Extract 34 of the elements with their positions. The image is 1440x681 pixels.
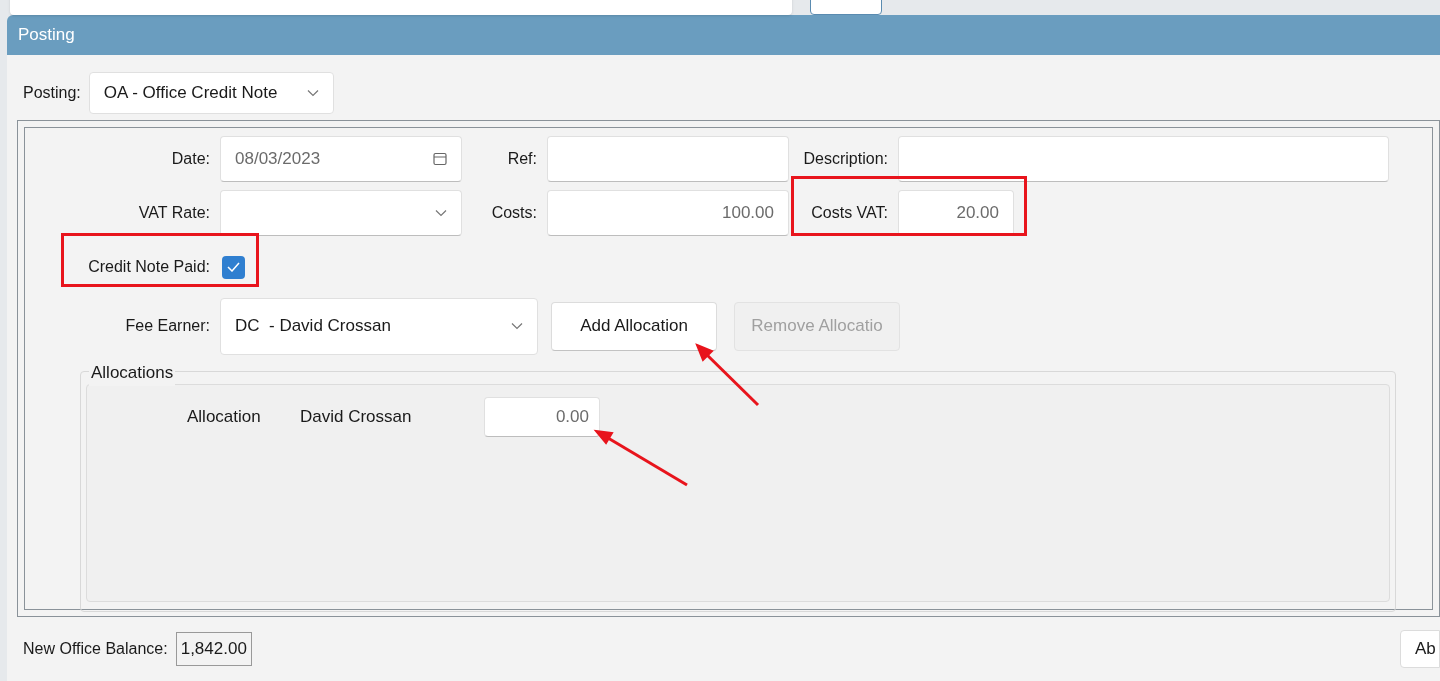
input-field[interactable] [10, 0, 792, 15]
add-button[interactable]: Add Allocation [551, 301, 717, 351]
chevron-down-icon [306, 89, 319, 97]
button[interactable] [810, 0, 882, 15]
checkbox-label: Credit Note Paid: [87, 257, 210, 277]
dropdown-field[interactable]: OA - Office Credit Note [88, 72, 334, 114]
date-field[interactable]: 08/03/2023 [220, 136, 462, 182]
dropdown-field[interactable]: DC - David Crossan [220, 297, 538, 355]
checkbox[interactable] [222, 255, 245, 279]
chevron-down-icon [435, 209, 447, 217]
allocation-label: Allocation [187, 406, 262, 429]
field-label: Fee Earner: [124, 316, 210, 336]
number-field[interactable]: 0.00 [484, 397, 600, 437]
panel-title: Posting [18, 24, 75, 47]
field-label: Costs: [490, 203, 537, 223]
number-field[interactable]: 100.00 [547, 190, 789, 236]
field-label: Posting: [23, 83, 81, 103]
action-button[interactable]: Ab [1400, 630, 1440, 668]
input-field[interactable] [547, 136, 789, 182]
balance-label: New Office Balance: [23, 639, 168, 659]
checkmark-icon [227, 262, 240, 272]
field-label: Description: [802, 149, 888, 169]
field-label: Date: [170, 149, 210, 169]
allocation-name: David Crossan [300, 406, 413, 429]
field-label: Ref: [506, 149, 537, 169]
annotation-arrow [695, 343, 760, 407]
input-field[interactable] [898, 136, 1389, 182]
chevron-down-icon [511, 322, 523, 330]
calendar-icon [433, 152, 447, 166]
balance-value: 1,842.00 [175, 632, 252, 666]
field-label: VAT Rate: [137, 203, 210, 223]
dropdown-field[interactable] [220, 190, 462, 236]
number-field[interactable]: 20.00 [898, 190, 1014, 236]
field-label: Costs VAT: [810, 203, 888, 223]
